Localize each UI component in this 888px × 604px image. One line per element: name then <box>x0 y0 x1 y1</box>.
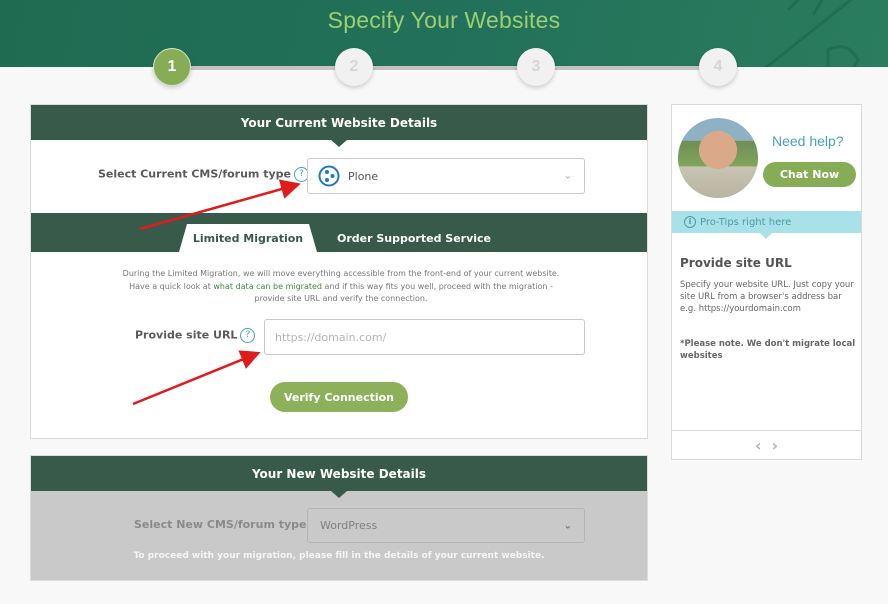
tab-order-supported-service[interactable]: Order Supported Service <box>329 224 499 252</box>
step-progress-line <box>172 66 718 70</box>
need-help-text: Need help? <box>772 133 844 149</box>
tab-limited-migration[interactable]: Limited Migration <box>179 224 317 252</box>
migration-tabs: Limited Migration Order Supported Servic… <box>31 213 647 252</box>
current-cms-label-row: Select Current CMS/forum type? <box>98 167 309 182</box>
protips-label: Pro-Tips right here <box>700 216 792 228</box>
current-website-heading-text: Your Current Website Details <box>240 115 438 130</box>
new-cms-label: Select New CMS/forum type <box>134 518 307 531</box>
heading-notch <box>331 491 347 498</box>
current-website-panel: Your Current Website Details Select Curr… <box>30 104 648 439</box>
protips-notch <box>760 233 772 239</box>
help-icon[interactable]: ? <box>240 328 256 343</box>
verify-connection-button[interactable]: Verify Connection <box>270 382 408 412</box>
proceed-note: To proceed with your migration, please f… <box>133 551 545 561</box>
site-url-label: Provide site URL <box>135 328 238 342</box>
site-url-input[interactable] <box>264 319 585 355</box>
new-cms-value: WordPress <box>320 519 378 532</box>
new-cms-select[interactable]: WordPress ⌄ <box>307 508 585 543</box>
site-url-label-row: Provide site URL? <box>135 328 256 343</box>
step-4[interactable]: 4 <box>699 48 737 86</box>
step-1[interactable]: 1 <box>153 48 191 86</box>
tip-title: Provide site URL <box>680 256 792 270</box>
new-website-heading: Your New Website Details <box>31 456 647 498</box>
help-sidebar: Need help? Chat Now i Pro-Tips right her… <box>671 104 862 460</box>
current-cms-value: Plone <box>348 169 379 183</box>
current-cms-label: Select Current CMS/forum type <box>98 167 291 181</box>
tip-body: Specify your website URL. Just copy your… <box>680 280 854 314</box>
support-agent-avatar <box>678 118 758 198</box>
migratable-data-link[interactable]: what data can be migrated <box>213 282 322 291</box>
limited-migration-description: During the Limited Migration, we will mo… <box>121 268 561 306</box>
page-title: Specify Your Websites <box>327 7 561 33</box>
protips-banner: i Pro-Tips right here <box>672 211 861 239</box>
current-cms-select[interactable]: Plone ⌄ <box>307 158 585 194</box>
page-header: Specify Your Websites <box>0 0 888 67</box>
chevron-right-icon[interactable]: › <box>772 436 779 455</box>
plone-logo-icon <box>318 165 340 187</box>
chevron-left-icon[interactable]: ‹ <box>755 436 762 455</box>
info-icon: i <box>684 216 696 228</box>
current-website-heading: Your Current Website Details <box>31 105 647 147</box>
chat-now-button[interactable]: Chat Now <box>763 162 856 187</box>
tip-note: *Please note. We don't migrate local web… <box>680 339 856 361</box>
chevron-down-icon: ⌄ <box>563 520 572 531</box>
new-website-panel: Your New Website Details Select New CMS/… <box>30 455 648 581</box>
tips-pagination: ‹ › <box>672 430 861 460</box>
chevron-down-icon: ⌄ <box>563 170 572 182</box>
step-2[interactable]: 2 <box>335 48 373 86</box>
new-website-heading-text: Your New Website Details <box>251 466 427 481</box>
step-3[interactable]: 3 <box>517 48 555 86</box>
heading-notch <box>331 140 347 147</box>
